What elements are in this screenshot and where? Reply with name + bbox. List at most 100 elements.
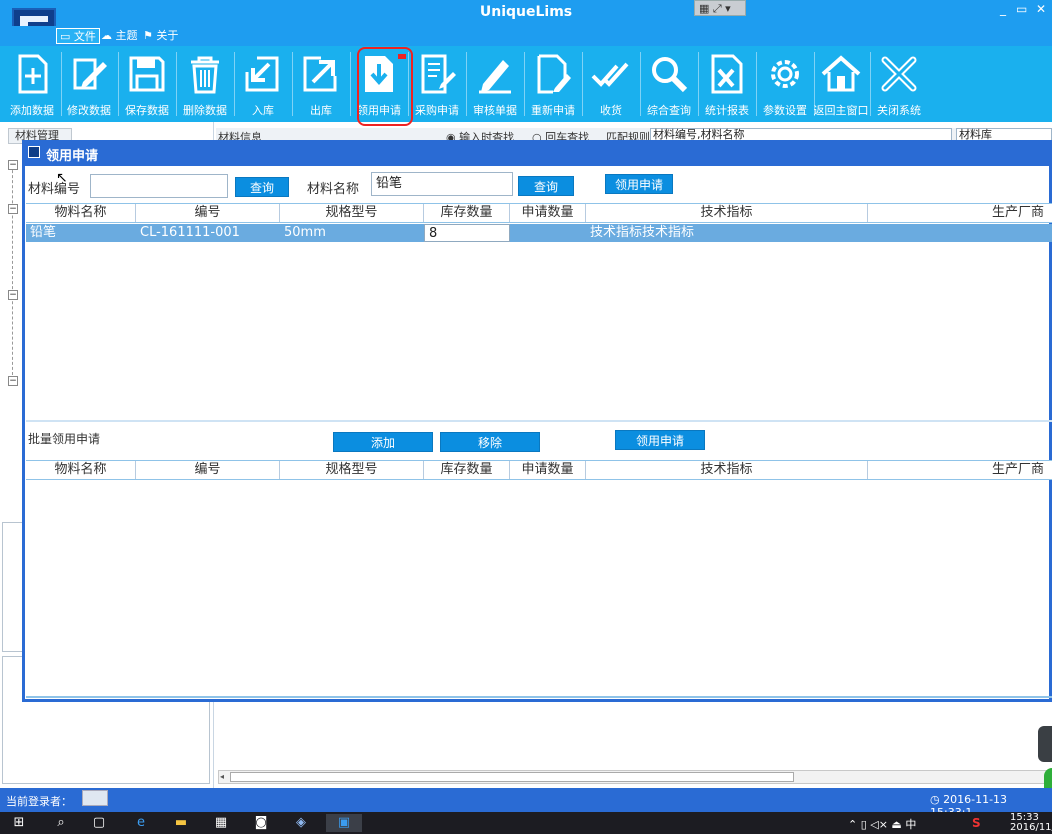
settings-button[interactable]: 参数设置 [757,48,813,120]
material-no-input[interactable] [90,174,228,198]
dialog-title: 领用申请 [46,149,99,164]
statistics-report-label: 统计报表 [705,104,749,117]
close-system-button[interactable]: 关闭系统 [871,48,927,120]
mini-toolbar[interactable]: ▦ ⤢ ▾ [694,0,746,16]
task-view-icon[interactable]: ▢ [90,814,108,832]
sogou-icon[interactable]: S [972,816,981,830]
col-tech[interactable]: 技术指标 [586,204,868,222]
batch-label: 批量领用申请 [28,432,101,446]
purchase-request-label: 采购申请 [415,104,459,117]
apply-button-top[interactable]: 领用申请 [605,174,673,194]
file-explorer-icon[interactable]: ▬ [172,814,190,832]
review-button[interactable]: 审核单据 [467,48,523,120]
settings-label: 参数设置 [763,104,807,117]
col-tech[interactable]: 技术指标 [586,461,868,479]
tree-expander[interactable]: − [8,376,18,386]
save-data-button[interactable]: 保存数据 [119,48,175,120]
excel-icon [711,54,743,94]
scrollbar-thumb[interactable] [230,772,794,782]
receive-button[interactable]: 收货 [583,48,639,120]
statistics-report-button[interactable]: 统计报表 [699,48,755,120]
side-float-widget[interactable] [1038,726,1052,762]
cell-apply-qty[interactable] [510,224,586,242]
tree-expander[interactable]: − [8,204,18,214]
current-user-value [82,790,108,806]
purchase-request-button[interactable]: 采购申请 [409,48,465,120]
stock-out-button[interactable]: 出库 [293,48,349,120]
cell-tech: 技术指标技术指标 [590,225,695,240]
col-spec[interactable]: 规格型号 [280,204,424,222]
pen-icon [479,60,511,94]
table-row[interactable]: 铅笔 CL-161111-001 50mm 8 技术指标技术指标 [26,224,1052,242]
tab-about[interactable]: ⚑ 关于 [140,28,181,44]
material-name-label: 材料名称 [307,182,360,197]
stock-in-button[interactable]: 入库 [235,48,291,120]
batch-grid-header: 物料名称 编号 规格型号 库存数量 申请数量 技术指标 生产厂商 [26,460,1052,480]
minimize-button[interactable]: _ [1000,2,1006,16]
window-close-button[interactable]: ✕ [1036,2,1046,16]
review-label: 审核单据 [473,104,517,117]
tree-expander[interactable]: − [8,160,18,170]
col-stock[interactable]: 库存数量 [424,461,510,479]
add-data-label: 添加数据 [10,104,54,117]
stock-in-icon [245,56,279,92]
reapply-button[interactable]: 重新申请 [525,48,581,120]
material-name-input[interactable]: 铅笔 [371,172,513,196]
taskbar-clock[interactable]: 15:332016/11/13 [1010,813,1052,833]
return-main-button[interactable]: 返回主窗口 [813,48,869,120]
save-data-label: 保存数据 [125,104,169,117]
add-data-button[interactable]: 添加数据 [4,48,60,120]
scroll-left-icon[interactable]: ◂ [220,772,224,781]
col-stock[interactable]: 库存数量 [424,204,510,222]
store-icon[interactable]: ▦ [212,814,230,832]
tab-file-label: 文件 [73,30,96,43]
cell-spec: 50mm [284,225,326,240]
reapply-icon [537,54,571,94]
col-apply-qty[interactable]: 申请数量 [510,461,586,479]
apply-button-bottom[interactable]: 领用申请 [615,430,705,450]
col-spec[interactable]: 规格型号 [280,461,424,479]
tab-file[interactable]: ▭ 文件 [56,28,100,44]
search-icon [652,57,688,93]
add-button[interactable]: 添加 [333,432,433,452]
col-code[interactable]: 编号 [136,204,280,222]
mouse-cursor-icon: ↖ [56,170,68,186]
material-no-label: 材料编号 [28,182,81,197]
restore-button[interactable]: ▭ [1016,2,1027,16]
edit-data-button[interactable]: 修改数据 [61,48,117,120]
query-button-2[interactable]: 查询 [518,176,574,196]
col-apply-qty[interactable]: 申请数量 [510,204,586,222]
delete-data-button[interactable]: 删除数据 [177,48,233,120]
uniquelims-taskbar-icon[interactable]: ▣ [326,814,362,832]
windows-start-icon[interactable]: ⊞ [10,814,28,832]
app-icon[interactable]: ◈ [292,814,310,832]
remove-button[interactable]: 移除 [440,432,540,452]
tree-expander[interactable]: − [8,290,18,300]
dialog-app-icon [28,146,40,158]
col-maker[interactable]: 生产厂商 [868,461,1052,479]
query-button[interactable]: 查询 [235,177,289,197]
dialog-title-bar [22,140,1052,166]
taskbar-search-icon[interactable]: ⌕ [52,814,70,832]
system-tray[interactable]: ⌃ ▯ ◁× ⏏ 中 [848,816,916,832]
current-user-label: 当前登录者： [6,795,72,808]
col-code[interactable]: 编号 [136,461,280,479]
col-maker[interactable]: 生产厂商 [868,204,1052,222]
trash-icon [191,56,219,94]
mini-toolbar-icons[interactable]: ▦ ⤢ ▾ [699,2,731,15]
cell-material-name: 铅笔 [30,225,57,240]
receive-label: 收货 [600,104,622,117]
close-system-label: 关闭系统 [877,104,921,117]
dialog-bottom-line [26,696,1052,698]
notification-badge [398,54,406,59]
comprehensive-query-label: 综合查询 [647,104,691,117]
comprehensive-query-button[interactable]: 综合查询 [641,48,697,120]
stock-out-icon [303,56,337,92]
edge-icon[interactable]: e [132,814,150,832]
col-material-name[interactable]: 物料名称 [26,461,136,479]
tab-theme[interactable]: ☁ 主题 [98,28,141,44]
camera-icon[interactable]: ◙ [252,814,270,832]
cell-stock[interactable]: 8 [424,224,510,242]
col-material-name[interactable]: 物料名称 [26,204,136,222]
status-bar [0,788,1052,812]
